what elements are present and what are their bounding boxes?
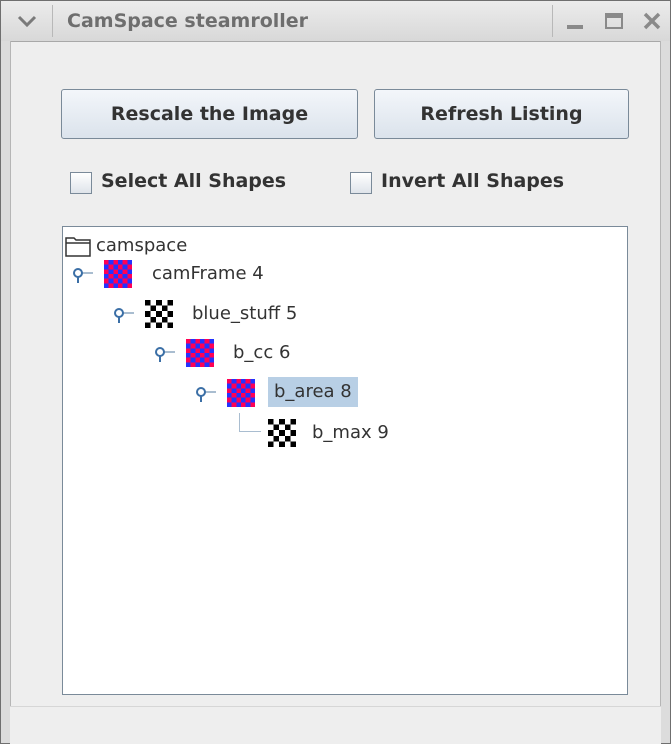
- expand-handle-icon[interactable]: [154, 346, 166, 362]
- invert-all-shapes-checkbox[interactable]: Invert All Shapes: [350, 169, 600, 199]
- title-bar[interactable]: CamSpace steamroller: [1, 1, 670, 42]
- left-resize-border[interactable]: [1, 41, 11, 743]
- tree-connector: [239, 413, 240, 432]
- expand-handle-icon[interactable]: [195, 386, 207, 402]
- window-title: CamSpace steamroller: [67, 10, 309, 32]
- title-separator: [52, 5, 53, 37]
- select-all-shapes-label: Select All Shapes: [101, 170, 287, 192]
- tree-node-label[interactable]: blue_stuff 5: [192, 299, 297, 329]
- black-white-checker-icon: [268, 419, 296, 447]
- tree-node-label[interactable]: camFrame 4: [152, 259, 264, 289]
- tree-node-label[interactable]: b_max 9: [312, 418, 389, 448]
- tree-node-label-selected[interactable]: b_area 8: [268, 377, 358, 407]
- title-separator: [552, 5, 553, 37]
- refresh-listing-button[interactable]: Refresh Listing: [374, 89, 629, 139]
- expand-handle-icon[interactable]: [72, 267, 84, 283]
- red-blue-checker-icon: [227, 379, 255, 407]
- expand-handle-icon[interactable]: [113, 307, 125, 323]
- app-window: CamSpace steamroller Rescale the Image R…: [0, 0, 671, 744]
- minimize-icon[interactable]: [563, 10, 587, 32]
- tree-node-label[interactable]: b_cc 6: [233, 338, 290, 368]
- invert-all-shapes-label: Invert All Shapes: [381, 170, 565, 192]
- rescale-image-button[interactable]: Rescale the Image: [61, 89, 358, 139]
- maximize-icon[interactable]: [602, 10, 626, 32]
- close-icon[interactable]: [640, 10, 664, 32]
- tree-connector: [239, 431, 261, 432]
- red-blue-checker-icon: [186, 339, 214, 367]
- checkbox-box[interactable]: [70, 172, 92, 194]
- folder-icon: [65, 237, 91, 257]
- select-all-shapes-checkbox[interactable]: Select All Shapes: [70, 169, 320, 199]
- bottom-resize-border[interactable]: [10, 706, 661, 744]
- window-menu-icon[interactable]: [17, 13, 37, 29]
- shape-tree[interactable]: camspace camFrame 4 blue_stuff 5 b_cc 6 …: [62, 226, 628, 695]
- red-blue-checker-icon: [104, 260, 132, 288]
- checkbox-box[interactable]: [350, 172, 372, 194]
- black-white-checker-icon: [145, 300, 173, 328]
- right-resize-border[interactable]: [660, 41, 670, 743]
- tree-root-label[interactable]: camspace: [96, 231, 187, 261]
